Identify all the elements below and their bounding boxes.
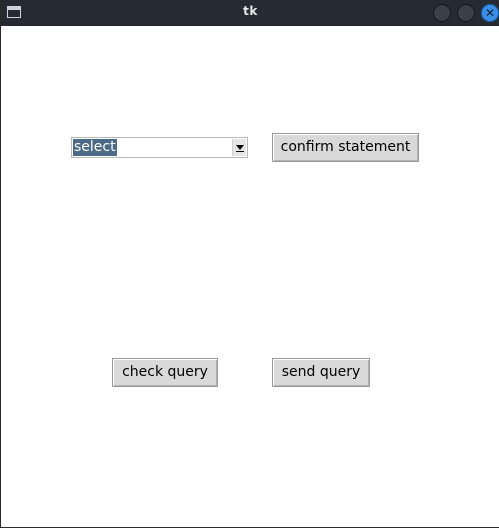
title-bar[interactable]: tk ✕ xyxy=(1,0,499,26)
maximize-circle-icon[interactable] xyxy=(457,4,475,22)
statement-combobox[interactable]: select xyxy=(71,137,248,158)
send-query-button[interactable]: send query xyxy=(272,358,370,387)
close-icon[interactable]: ✕ xyxy=(481,4,499,22)
window-title: tk xyxy=(243,4,258,18)
tk-window: tk ✕ select confirm statement check quer… xyxy=(0,0,499,528)
check-query-button[interactable]: check query xyxy=(112,358,218,387)
chevron-down-icon[interactable] xyxy=(232,139,246,156)
statement-combobox-value[interactable]: select xyxy=(73,139,117,156)
minimize-circle-icon[interactable] xyxy=(433,4,451,22)
confirm-statement-button[interactable]: confirm statement xyxy=(272,133,419,162)
